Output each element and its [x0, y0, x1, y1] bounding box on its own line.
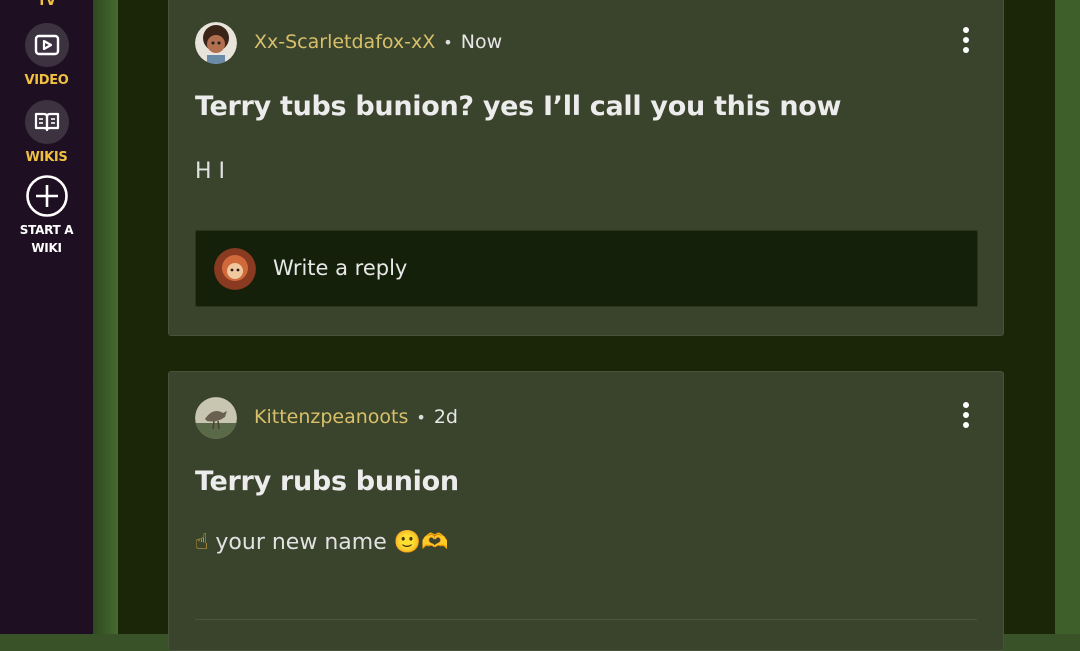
- meta-separator: •: [443, 32, 453, 52]
- sidebar-item-tv[interactable]: TV: [0, 0, 93, 9]
- avatar[interactable]: [195, 22, 237, 64]
- comment-title: Terry tubs bunion? yes I’ll call you thi…: [195, 91, 842, 122]
- avatar[interactable]: [195, 397, 237, 439]
- comment-body: H I: [195, 159, 226, 184]
- sidebar-item-video-label: VIDEO: [24, 73, 69, 88]
- sidebar-item-start-wiki[interactable]: START A WIKI: [0, 174, 93, 257]
- comment-meta: Xx-Scarletdafox-xX • Now: [254, 31, 502, 53]
- author-name[interactable]: Kittenzpeanoots: [254, 406, 408, 428]
- wikis-book-icon: [24, 100, 69, 144]
- divider: [195, 619, 977, 620]
- sidebar-item-wikis[interactable]: WIKIS: [0, 100, 93, 165]
- comment-body: ☝ your new name 🙂🫶: [195, 530, 449, 555]
- reply-input[interactable]: Write a reply: [195, 230, 978, 307]
- plus-circle-icon: [25, 174, 69, 218]
- avatar: [214, 248, 256, 290]
- background-right-strip: [1055, 0, 1080, 634]
- sidebar-item-wikis-label: WIKIS: [25, 150, 68, 165]
- more-options-icon[interactable]: [963, 27, 969, 53]
- comment-card: Kittenzpeanoots • 2d Terry rubs bunion ☝…: [168, 371, 1004, 651]
- author-name[interactable]: Xx-Scarletdafox-xX: [254, 31, 435, 53]
- meta-separator: •: [416, 407, 426, 427]
- comment-meta: Kittenzpeanoots • 2d: [254, 406, 458, 428]
- timestamp: 2d: [433, 406, 458, 428]
- timestamp: Now: [460, 31, 503, 53]
- comment-title: Terry rubs bunion: [195, 466, 459, 497]
- sidebar-item-video[interactable]: VIDEO: [0, 23, 93, 88]
- more-options-icon[interactable]: [963, 402, 969, 428]
- background-left-strip: [93, 0, 118, 634]
- video-icon: [24, 23, 69, 67]
- sidebar-item-tv-label: TV: [37, 0, 56, 9]
- comment-body-text: your new name: [215, 530, 387, 555]
- comment-card: Xx-Scarletdafox-xX • Now Terry tubs buni…: [168, 0, 1004, 336]
- smile-heart-hands-emoji: 🙂🫶: [393, 530, 449, 555]
- pointing-up-emoji: ☝: [195, 530, 209, 555]
- start-wiki-label-line1: START A: [19, 223, 74, 237]
- start-wiki-label-line2: WIKI: [31, 241, 62, 255]
- community-sidebar: TV VIDEO WIKIS START A WIKI: [0, 0, 93, 634]
- reply-placeholder: Write a reply: [273, 256, 408, 280]
